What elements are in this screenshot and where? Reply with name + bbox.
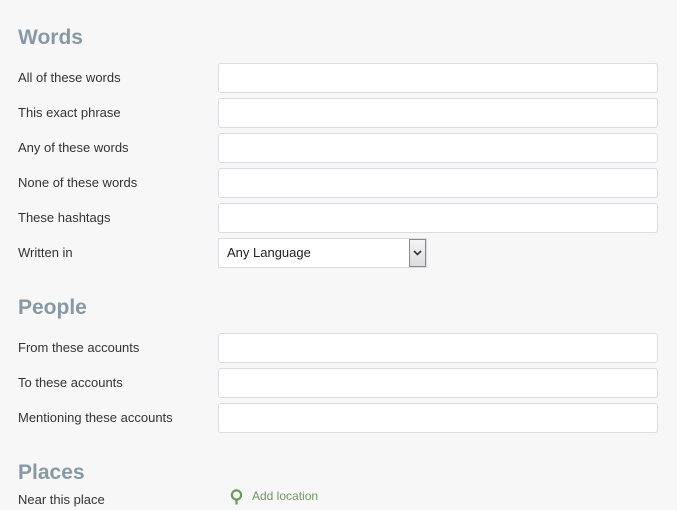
mentioning-accounts-label: Mentioning these accounts — [18, 410, 173, 425]
exact-phrase-label: This exact phrase — [18, 105, 121, 120]
none-words-input[interactable] — [218, 168, 658, 198]
location-pin-icon — [230, 489, 243, 505]
hashtags-label: These hashtags — [18, 210, 111, 225]
language-select-value: Any Language — [227, 245, 311, 260]
near-place-row: Near this place Add location — [18, 489, 658, 510]
to-accounts-input[interactable] — [218, 368, 658, 398]
language-label: Written in — [18, 245, 73, 260]
from-accounts-row: From these accounts — [18, 333, 658, 363]
add-location-label[interactable]: Add location — [252, 486, 318, 506]
places-heading: Places — [18, 461, 85, 484]
language-select[interactable]: Any Language — [218, 238, 427, 268]
exact-phrase-row: This exact phrase — [18, 98, 658, 128]
hashtags-input[interactable] — [218, 203, 658, 233]
to-accounts-row: To these accounts — [18, 368, 658, 398]
language-row: Written in Any Language — [18, 238, 658, 268]
to-accounts-label: To these accounts — [18, 375, 123, 390]
from-accounts-input[interactable] — [218, 333, 658, 363]
any-words-input[interactable] — [218, 133, 658, 163]
mentioning-accounts-input[interactable] — [218, 403, 658, 433]
from-accounts-label: From these accounts — [18, 340, 140, 355]
hashtags-row: These hashtags — [18, 203, 658, 233]
language-select-arrow[interactable] — [409, 239, 426, 267]
people-heading: People — [18, 296, 87, 319]
all-words-input[interactable] — [218, 63, 658, 93]
any-words-label: Any of these words — [18, 140, 129, 155]
words-heading: Words — [18, 26, 83, 49]
all-words-row: All of these words — [18, 63, 658, 93]
none-words-row: None of these words — [18, 168, 658, 198]
all-words-label: All of these words — [18, 70, 121, 85]
chevron-down-icon — [413, 250, 422, 256]
exact-phrase-input[interactable] — [218, 98, 658, 128]
advanced-search-form: Words All of these words This exact phra… — [0, 0, 677, 510]
near-place-label: Near this place — [18, 492, 105, 507]
mentioning-accounts-row: Mentioning these accounts — [18, 403, 658, 433]
any-words-row: Any of these words — [18, 133, 658, 163]
none-words-label: None of these words — [18, 175, 138, 190]
